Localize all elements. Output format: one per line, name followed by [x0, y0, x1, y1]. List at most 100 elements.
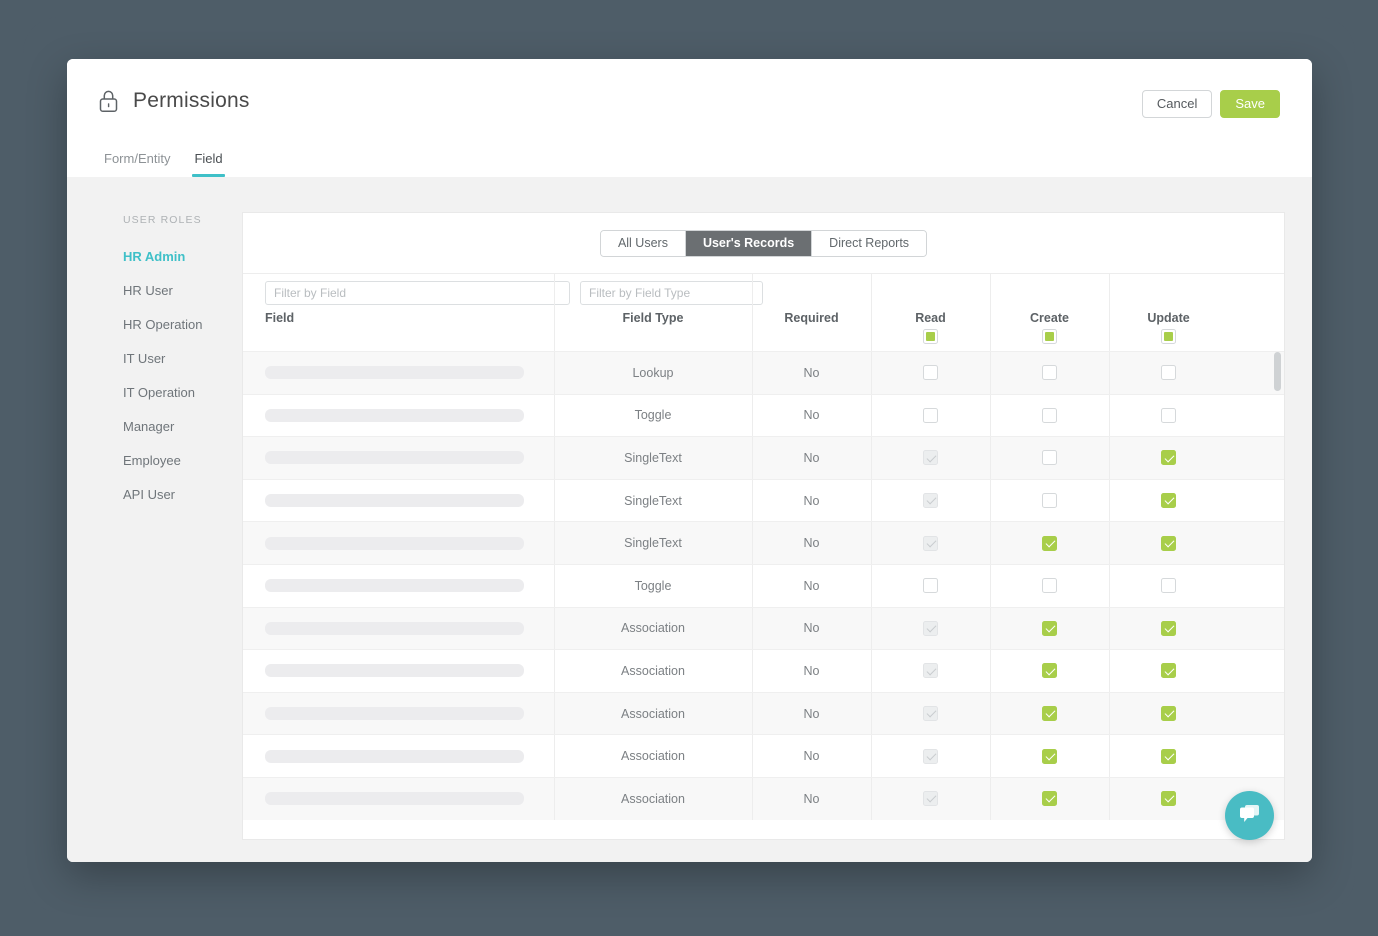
cell-field [243, 395, 554, 437]
cell-required: No [752, 607, 871, 650]
column-header-create[interactable]: Create [990, 274, 1109, 351]
create-checkbox[interactable] [1042, 706, 1057, 722]
cell-read [871, 735, 990, 777]
field-name-placeholder [265, 536, 524, 550]
update-checkbox[interactable] [1161, 578, 1176, 594]
cell-required: No [752, 735, 871, 777]
scope-option-users-records[interactable]: User's Records [685, 230, 813, 256]
update-checkbox[interactable] [1161, 706, 1176, 722]
read-checkbox[interactable] [923, 663, 938, 679]
create-checkbox[interactable] [1042, 791, 1057, 807]
column-header-read[interactable]: Read [871, 274, 990, 351]
cell-field-type: Association [554, 735, 752, 777]
cell-update [1109, 692, 1228, 735]
select-all-update-checkbox[interactable] [1161, 329, 1176, 344]
column-header-field-type-label: Field Type [622, 311, 684, 325]
update-checkbox[interactable] [1161, 748, 1176, 764]
permissions-grid: Field Field Type Required Read Create [243, 274, 1284, 839]
table-row: Toggle No [243, 563, 1284, 607]
create-checkbox[interactable] [1042, 493, 1057, 509]
sidebar-item-api-user[interactable]: API User [67, 478, 242, 512]
read-checkbox[interactable] [923, 535, 938, 551]
update-checkbox[interactable] [1161, 535, 1176, 551]
cell-field-type: Association [554, 777, 752, 820]
scope-option-all-users[interactable]: All Users [600, 230, 686, 256]
create-checkbox[interactable] [1042, 407, 1057, 423]
update-checkbox[interactable] [1161, 493, 1176, 509]
update-checkbox[interactable] [1161, 365, 1176, 381]
tab-form-entity[interactable]: Form/Entity [92, 143, 182, 177]
grid-scrollbar[interactable] [1274, 352, 1282, 837]
record-scope-segmented-control: All Users User's Records Direct Reports [599, 229, 928, 257]
update-checkbox[interactable] [1161, 663, 1176, 679]
scope-option-direct-reports[interactable]: Direct Reports [812, 230, 927, 256]
sidebar-item-hr-user[interactable]: HR User [67, 274, 242, 308]
update-checkbox[interactable] [1161, 450, 1176, 466]
cancel-button[interactable]: Cancel [1141, 90, 1213, 118]
select-all-read-checkbox[interactable] [923, 329, 938, 344]
cell-create [990, 564, 1109, 607]
column-header-update[interactable]: Update [1109, 274, 1228, 351]
read-checkbox[interactable] [923, 620, 938, 636]
sidebar-item-hr-operation[interactable]: HR Operation [67, 308, 242, 342]
app-body: USER ROLES HR Admin HR User HR Operation… [67, 177, 1312, 862]
cell-field [243, 480, 554, 522]
column-header-field-type[interactable]: Field Type [554, 274, 752, 351]
read-checkbox[interactable] [923, 706, 938, 722]
cell-read [871, 522, 990, 564]
sidebar-item-hr-admin[interactable]: HR Admin [67, 240, 242, 274]
read-checkbox[interactable] [923, 791, 938, 807]
chat-widget-button[interactable] [1225, 791, 1274, 840]
tab-field[interactable]: Field [182, 143, 234, 177]
read-checkbox[interactable] [923, 493, 938, 509]
update-checkbox[interactable] [1161, 791, 1176, 807]
table-row: Lookup No [243, 351, 1284, 394]
cell-field [243, 522, 554, 564]
sidebar-item-employee[interactable]: Employee [67, 444, 242, 478]
sidebar-item-it-operation[interactable]: IT Operation [67, 376, 242, 410]
cell-create [990, 394, 1109, 437]
sidebar-item-manager[interactable]: Manager [67, 410, 242, 444]
field-name-placeholder [265, 664, 524, 678]
create-checkbox[interactable] [1042, 620, 1057, 636]
create-checkbox[interactable] [1042, 365, 1057, 381]
sidebar: USER ROLES HR Admin HR User HR Operation… [67, 177, 242, 862]
create-checkbox[interactable] [1042, 450, 1057, 466]
create-checkbox[interactable] [1042, 748, 1057, 764]
cell-read [871, 692, 990, 735]
update-checkbox[interactable] [1161, 620, 1176, 636]
cell-update [1109, 437, 1228, 479]
select-all-create-checkbox[interactable] [1042, 329, 1057, 344]
sidebar-item-it-user[interactable]: IT User [67, 342, 242, 376]
table-row: Toggle No [243, 393, 1284, 437]
grid-scrollbar-thumb[interactable] [1274, 352, 1281, 391]
create-checkbox[interactable] [1042, 663, 1057, 679]
read-checkbox[interactable] [923, 365, 938, 381]
create-checkbox[interactable] [1042, 578, 1057, 594]
column-header-required[interactable]: Required [752, 274, 871, 351]
table-row: SingleText No [243, 478, 1284, 522]
header-actions: Cancel Save [1141, 90, 1280, 118]
cell-create [990, 607, 1109, 650]
table-row: SingleText No [243, 436, 1284, 479]
save-button[interactable]: Save [1220, 90, 1280, 118]
cell-read [871, 394, 990, 437]
create-checkbox[interactable] [1042, 535, 1057, 551]
column-header-field[interactable]: Field [243, 274, 554, 351]
cell-update [1109, 522, 1228, 564]
cell-required: No [752, 352, 871, 394]
cell-field-type: Association [554, 692, 752, 735]
cell-update [1109, 564, 1228, 607]
read-checkbox[interactable] [923, 748, 938, 764]
cell-field-type: Association [554, 650, 752, 692]
cell-create [990, 777, 1109, 820]
chat-bubble-icon [1237, 803, 1262, 829]
tab-bar: Form/Entity Field [92, 143, 235, 177]
cell-field-type: Lookup [554, 352, 752, 394]
read-checkbox[interactable] [923, 578, 938, 594]
page-title: Permissions [133, 89, 250, 112]
lock-icon [98, 89, 133, 113]
read-checkbox[interactable] [923, 407, 938, 423]
read-checkbox[interactable] [923, 450, 938, 466]
update-checkbox[interactable] [1161, 407, 1176, 423]
